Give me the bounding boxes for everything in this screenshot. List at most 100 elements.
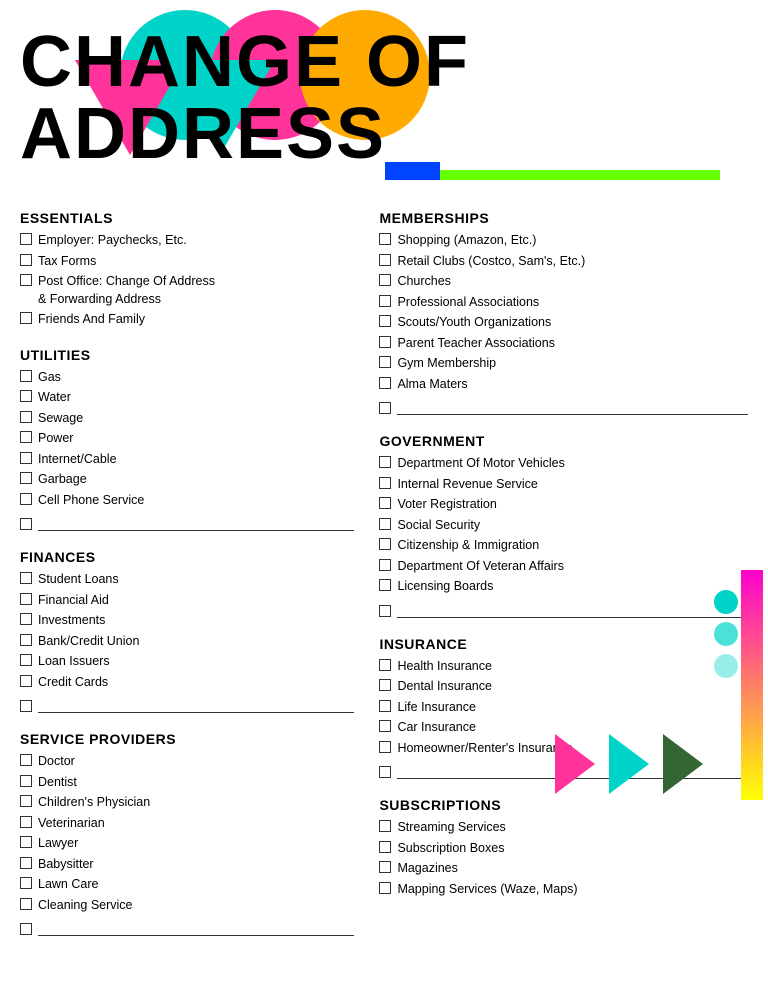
section-essentials: ESSENTIALS Employer: Paychecks, Etc. Tax… (20, 210, 354, 329)
item-label: Dentist (38, 774, 354, 792)
checkbox[interactable] (379, 274, 391, 286)
checkbox[interactable] (379, 356, 391, 368)
checkbox[interactable] (20, 593, 32, 605)
checkbox[interactable] (20, 431, 32, 443)
right-column: MEMBERSHIPS Shopping (Amazon, Etc.) Reta… (369, 210, 748, 954)
list-item: Internet/Cable (20, 451, 354, 469)
checkbox[interactable] (379, 456, 391, 468)
blank-checkbox[interactable] (379, 605, 391, 617)
checkbox[interactable] (20, 877, 32, 889)
item-label: Sewage (38, 410, 354, 428)
checkbox[interactable] (20, 493, 32, 505)
checkbox[interactable] (20, 754, 32, 766)
blank-underline (397, 401, 748, 415)
list-item: Churches (379, 273, 748, 291)
list-item: Investments (20, 612, 354, 630)
checkbox[interactable] (20, 613, 32, 625)
checkbox[interactable] (20, 452, 32, 464)
checkbox[interactable] (379, 377, 391, 389)
essentials-title: ESSENTIALS (20, 210, 354, 226)
checkbox[interactable] (379, 336, 391, 348)
list-item: Babysitter (20, 856, 354, 874)
checkbox[interactable] (379, 741, 391, 753)
checkbox[interactable] (379, 679, 391, 691)
checkbox[interactable] (379, 295, 391, 307)
list-item: Bank/Credit Union (20, 633, 354, 651)
checkbox[interactable] (379, 497, 391, 509)
checkbox[interactable] (20, 775, 32, 787)
checkbox[interactable] (379, 518, 391, 530)
checkbox[interactable] (379, 254, 391, 266)
service-providers-title: SERVICE PROVIDERS (20, 731, 354, 747)
checkbox[interactable] (20, 836, 32, 848)
list-item: Lawn Care (20, 876, 354, 894)
item-label: Voter Registration (397, 496, 748, 514)
checkbox[interactable] (20, 274, 32, 286)
blank-line-service (20, 922, 354, 936)
checkbox[interactable] (20, 572, 32, 584)
section-service-providers: SERVICE PROVIDERS Doctor Dentist Childre… (20, 731, 354, 936)
item-label: Licensing Boards (397, 578, 748, 596)
checkbox[interactable] (20, 675, 32, 687)
list-item: Gym Membership (379, 355, 748, 373)
blank-line-memberships (379, 401, 748, 415)
blank-line-utilities (20, 517, 354, 531)
blank-line-government (379, 604, 748, 618)
list-item: Cleaning Service (20, 897, 354, 915)
checkbox[interactable] (20, 795, 32, 807)
list-item: Parent Teacher Associations (379, 335, 748, 353)
checkbox[interactable] (379, 841, 391, 853)
checkbox[interactable] (20, 370, 32, 382)
right-vertical-bar (741, 570, 763, 800)
list-item: Credit Cards (20, 674, 354, 692)
blank-underline (397, 604, 748, 618)
item-label: Cleaning Service (38, 897, 354, 915)
checkbox[interactable] (20, 233, 32, 245)
item-label: Garbage (38, 471, 354, 489)
checkbox[interactable] (20, 816, 32, 828)
checkbox[interactable] (379, 538, 391, 550)
item-label: Department Of Veteran Affairs (397, 558, 748, 576)
arrow-decorations (555, 734, 713, 794)
list-item: Voter Registration (379, 496, 748, 514)
checkbox[interactable] (379, 820, 391, 832)
checkbox[interactable] (379, 477, 391, 489)
item-label: Student Loans (38, 571, 354, 589)
blank-checkbox[interactable] (379, 402, 391, 414)
checkbox[interactable] (20, 634, 32, 646)
page: CHANGE OF ADDRESS ESSENTIALS Employer: P… (0, 0, 768, 994)
checkbox[interactable] (379, 559, 391, 571)
checkbox[interactable] (20, 472, 32, 484)
list-item: Student Loans (20, 571, 354, 589)
item-label: Gym Membership (397, 355, 748, 373)
checkbox[interactable] (379, 700, 391, 712)
blank-checkbox[interactable] (20, 518, 32, 530)
finances-title: FINANCES (20, 549, 354, 565)
checkbox[interactable] (20, 411, 32, 423)
checkbox[interactable] (20, 390, 32, 402)
checkbox[interactable] (20, 898, 32, 910)
checkbox[interactable] (20, 254, 32, 266)
checkbox[interactable] (379, 720, 391, 732)
checkbox[interactable] (20, 857, 32, 869)
item-label: Dental Insurance (397, 678, 748, 696)
checkbox[interactable] (379, 861, 391, 873)
checkbox[interactable] (379, 233, 391, 245)
blank-checkbox[interactable] (20, 700, 32, 712)
checkbox[interactable] (379, 315, 391, 327)
blank-checkbox[interactable] (379, 766, 391, 778)
item-label: Lawn Care (38, 876, 354, 894)
checkbox[interactable] (379, 882, 391, 894)
checkbox[interactable] (379, 579, 391, 591)
checkbox[interactable] (379, 659, 391, 671)
blank-checkbox[interactable] (20, 923, 32, 935)
blank-underline (38, 699, 354, 713)
list-item: Citizenship & Immigration (379, 537, 748, 555)
memberships-title: MEMBERSHIPS (379, 210, 748, 226)
section-finances: FINANCES Student Loans Financial Aid Inv… (20, 549, 354, 713)
checkbox[interactable] (20, 312, 32, 324)
item-label: Magazines (397, 860, 748, 878)
bar-blue-accent (385, 162, 440, 180)
checkbox[interactable] (20, 654, 32, 666)
item-label: Credit Cards (38, 674, 354, 692)
